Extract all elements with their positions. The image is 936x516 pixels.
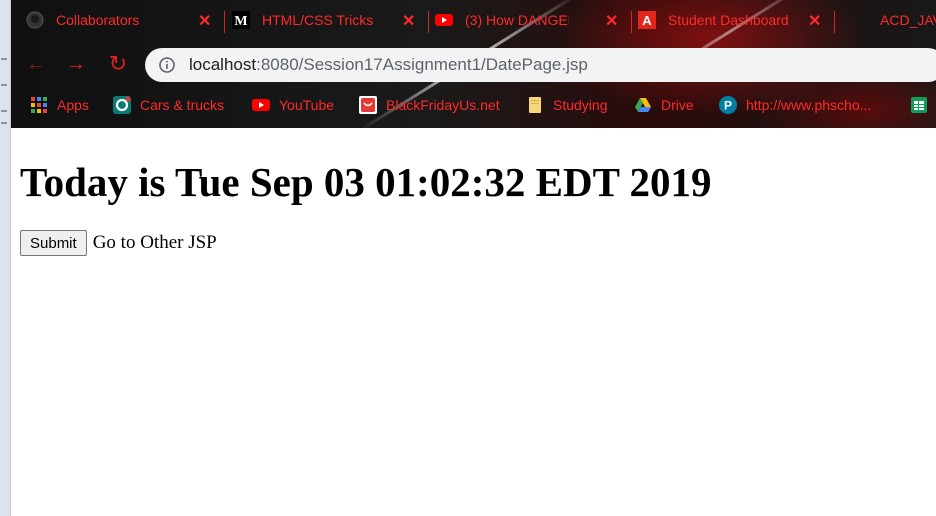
strip-mark (1, 110, 7, 112)
bookmarks-bar: Apps Cars & trucks YouTube BlackFridayUs… (10, 90, 936, 120)
github-icon (26, 11, 44, 29)
bookmark-cars-trucks[interactable]: Cars & trucks (113, 94, 224, 116)
browser-toolbar: ← → ↻ localhost:8080/Session17Assignment… (10, 42, 936, 86)
tab-title: (3) How DANGERO (465, 12, 569, 28)
address-bar[interactable]: localhost:8080/Session17Assignment1/Date… (145, 48, 936, 82)
tab-strip: Collaborators ✕ M HTML/CSS Tricks – ✕ (3… (10, 0, 936, 40)
forward-arrow-icon[interactable]: → (64, 52, 88, 76)
bookmark-blackfriday[interactable]: BlackFridayUs.net (359, 94, 500, 116)
page-form: Submit Go to Other JSP (20, 230, 217, 256)
blackfriday-icon (359, 96, 377, 114)
svg-text:M: M (234, 14, 247, 29)
folder-icon (526, 96, 544, 114)
strip-mark (1, 122, 7, 124)
strip-mark (1, 84, 7, 86)
close-tab-icon[interactable]: ✕ (605, 11, 618, 31)
left-edge-strip (0, 0, 11, 516)
medium-icon: M (232, 11, 250, 29)
bookmark-phschool[interactable]: P http://www.phscho... (719, 94, 871, 116)
bookmark-studying[interactable]: Studying (526, 94, 607, 116)
url-path: :8080/Session17Assignment1/DatePage.jsp (256, 55, 588, 74)
tab-divider (428, 11, 429, 33)
bookmark-sheets[interactable] (910, 94, 928, 116)
svg-text:P: P (724, 99, 732, 113)
back-arrow-icon[interactable]: ← (24, 52, 48, 76)
close-tab-icon[interactable]: ✕ (402, 11, 415, 31)
tab-divider (834, 11, 835, 33)
bookmark-label: Studying (553, 97, 608, 113)
bookmark-apps[interactable]: Apps (30, 94, 89, 116)
pearson-icon: P (719, 96, 737, 114)
tab-collaborators[interactable]: Collaborators ✕ (26, 3, 226, 37)
bookmark-label: Apps (57, 97, 89, 113)
page-content: Today is Tue Sep 03 01:02:32 EDT 2019 Su… (10, 128, 936, 516)
cars-icon (113, 96, 131, 114)
a-icon: A (638, 11, 656, 29)
other-jsp-text: Go to Other JSP (92, 232, 217, 253)
url-host: localhost (189, 55, 257, 74)
tab-title: HTML/CSS Tricks – (262, 12, 374, 28)
info-icon[interactable] (159, 57, 175, 73)
svg-text:A: A (642, 13, 652, 28)
bookmark-drive[interactable]: Drive (634, 94, 694, 116)
tab-student-dashboard[interactable]: A Student Dashboard ✕ (638, 3, 838, 37)
tab-title: ACD_JAV (880, 12, 936, 28)
bookmark-youtube[interactable]: YouTube (252, 94, 334, 116)
close-tab-icon[interactable]: ✕ (198, 11, 211, 31)
page-heading: Today is Tue Sep 03 01:02:32 EDT 2019 (20, 159, 712, 205)
bookmark-label: Cars & trucks (140, 97, 225, 113)
bookmark-label: BlackFridayUs.net (386, 97, 500, 113)
bookmark-label: Drive (661, 97, 694, 113)
tab-divider (224, 11, 225, 33)
strip-mark (1, 58, 7, 60)
tab-title: Collaborators (56, 12, 140, 28)
bookmark-label: YouTube (279, 97, 335, 113)
youtube-icon (252, 96, 270, 114)
youtube-icon (435, 11, 453, 29)
tab-acd-jav[interactable]: ACD_JAV (850, 3, 936, 37)
submit-button[interactable]: Submit (20, 230, 87, 256)
tab-html-css-tricks[interactable]: M HTML/CSS Tricks – ✕ (232, 3, 432, 37)
drive-icon (634, 96, 652, 114)
tab-divider (631, 11, 632, 33)
close-tab-icon[interactable]: ✕ (808, 11, 821, 31)
browser-chrome: Collaborators ✕ M HTML/CSS Tricks – ✕ (3… (10, 0, 936, 128)
bookmark-label: http://www.phscho... (746, 97, 872, 113)
apps-grid-icon (30, 96, 48, 114)
sheets-icon (910, 96, 928, 114)
tab-how-dangerous[interactable]: (3) How DANGERO ✕ (435, 3, 635, 37)
reload-icon[interactable]: ↻ (106, 51, 130, 76)
tab-title: Student Dashboard (668, 12, 789, 28)
url-text[interactable]: localhost:8080/Session17Assignment1/Date… (189, 55, 588, 75)
